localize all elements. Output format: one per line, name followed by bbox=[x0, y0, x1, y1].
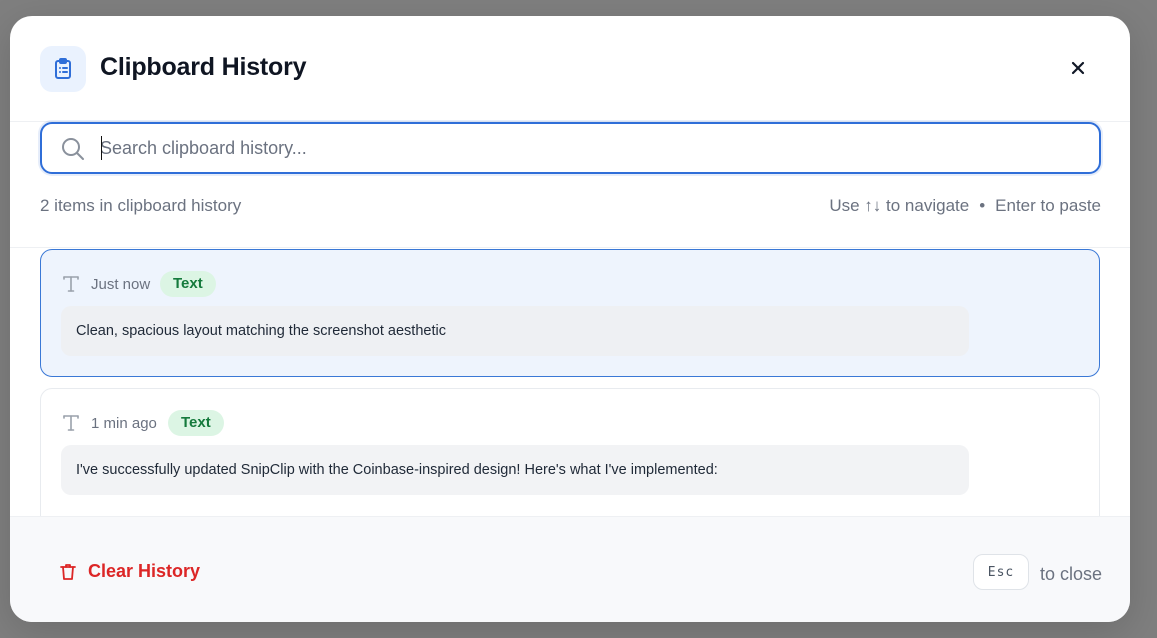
clipboard-item[interactable]: Just now Text Clean, spacious layout mat… bbox=[40, 249, 1100, 377]
keyboard-hints: Use ↑↓ to navigate • Enter to paste bbox=[829, 196, 1101, 216]
item-content: I've successfully updated SnipClip with … bbox=[61, 445, 969, 495]
clear-history-label: Clear History bbox=[88, 561, 201, 581]
item-type-badge: Text bbox=[160, 271, 216, 297]
clipboard-list: Just now Text Clean, spacious layout mat… bbox=[10, 247, 1130, 518]
text-type-icon bbox=[63, 415, 79, 431]
esc-hint: to close bbox=[1040, 564, 1103, 584]
navigate-hint: Use ↑↓ to navigate bbox=[829, 196, 970, 215]
clipboard-history-modal: Clipboard History 2 items in clipboard h… bbox=[10, 16, 1130, 622]
clipboard-item[interactable]: 1 min ago Text I've successfully updated… bbox=[40, 388, 1100, 518]
item-timestamp: Just now bbox=[91, 276, 151, 293]
close-icon bbox=[1071, 61, 1085, 75]
hint-separator: • bbox=[979, 196, 986, 215]
item-timestamp: 1 min ago bbox=[91, 415, 157, 432]
paste-hint: Enter to paste bbox=[995, 196, 1101, 215]
item-content: Clean, spacious layout matching the scre… bbox=[61, 306, 969, 356]
text-cursor bbox=[101, 136, 102, 160]
item-type-badge: Text bbox=[168, 410, 224, 436]
esc-key-badge: Esc bbox=[973, 554, 1029, 590]
search-box[interactable] bbox=[40, 122, 1101, 174]
modal-footer: Clear History Esc to close bbox=[10, 516, 1130, 622]
search-icon bbox=[62, 138, 84, 160]
text-type-icon bbox=[63, 276, 79, 292]
close-button[interactable] bbox=[1062, 52, 1094, 84]
item-count: 2 items in clipboard history bbox=[40, 196, 242, 215]
modal-header: Clipboard History bbox=[10, 16, 1130, 122]
modal-title: Clipboard History bbox=[100, 53, 307, 81]
search-input[interactable] bbox=[100, 128, 1090, 168]
history-meta-row: 2 items in clipboard history Use ↑↓ to n… bbox=[40, 194, 1101, 218]
clipboard-icon bbox=[40, 46, 86, 92]
clear-history-button[interactable]: Clear History bbox=[58, 561, 200, 582]
trash-icon bbox=[60, 563, 76, 580]
